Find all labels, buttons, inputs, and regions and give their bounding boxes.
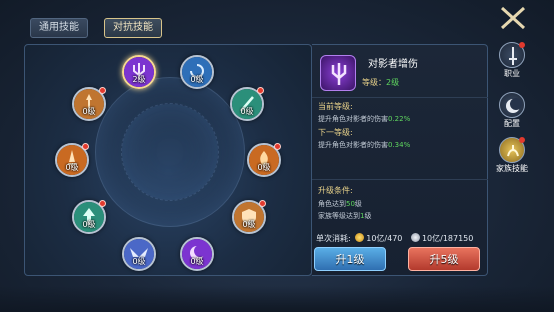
requirements-title: 升级条件: <box>318 186 353 195</box>
skill-node-6[interactable]: 0级 <box>180 237 214 271</box>
skill-node-4[interactable]: 0级 <box>247 143 281 177</box>
requirement-text: 家族等级达到 <box>318 212 360 220</box>
skill-level-label: 0级 <box>240 107 254 116</box>
gold-cost: 10亿/470 <box>366 234 403 243</box>
skill-level-label: 0级 <box>82 107 96 116</box>
silver-coin-icon <box>410 233 420 242</box>
skill-node-2[interactable]: 0级 <box>180 55 214 89</box>
skill-level-label: 0级 <box>190 257 204 266</box>
current-effect-value: 0.22% <box>388 115 411 123</box>
current-effect-label: 提升角色对影者的伤害 <box>318 115 388 123</box>
skill-node-7[interactable]: 0级 <box>122 237 156 271</box>
skill-level-value: 2级 <box>386 78 400 87</box>
sword-icon <box>499 42 525 68</box>
current-level-text: 提升角色对影者的伤害0.22% <box>318 114 410 124</box>
cost-row: 单次消耗: 10亿/470 10亿/187150 <box>316 233 473 244</box>
crescent-icon <box>499 92 525 118</box>
skill-node-3[interactable]: 0级 <box>230 87 264 121</box>
skill-level-label: 0级 <box>82 220 96 229</box>
requirement-unit: 级 <box>354 200 362 208</box>
side-job-label: 职业 <box>504 69 520 78</box>
skill-name: 对影者增伤 <box>368 59 418 70</box>
divider <box>312 97 488 98</box>
skill-node-9[interactable]: 0级 <box>55 143 89 177</box>
skill-wheel-panel: 2级 0级 0级 0级 0级 0级 0级 0级 0级 0级 <box>24 44 312 276</box>
tab-general-skills[interactable]: 通用技能 <box>30 18 88 38</box>
requirement-role-level: 角色达到50级 <box>318 199 362 209</box>
skill-level-label: 0级 <box>132 257 146 266</box>
close-icon[interactable] <box>496 4 530 32</box>
gold-coin-icon <box>355 233 365 242</box>
skill-node-5[interactable]: 0级 <box>232 200 266 234</box>
skill-node-8[interactable]: 0级 <box>72 200 106 234</box>
skill-detail-panel: 对影者增伤 等级：2级 当前等级: 提升角色对影者的伤害0.22% 下一等级: … <box>312 44 488 276</box>
selected-skill-icon <box>320 55 356 91</box>
upgrade-5-button[interactable]: 升5级 <box>408 247 480 271</box>
silver-cost: 10亿/187150 <box>421 234 474 243</box>
skill-level-label: 0级 <box>242 220 256 229</box>
game-screen: 通用技能 对抗技能 2级 0级 0级 0级 0级 0级 0级 0级 0级 0级 … <box>0 0 554 312</box>
tab-versus-skills[interactable]: 对抗技能 <box>104 18 162 38</box>
side-config-button[interactable]: 配置 <box>494 92 530 129</box>
bottom-vignette <box>0 286 554 312</box>
next-level-title: 下一等级: <box>318 128 353 137</box>
skill-level: 等级：2级 <box>362 77 399 88</box>
requirement-family-level: 家族等级达到1级 <box>318 211 371 221</box>
upgrade-1-button[interactable]: 升1级 <box>314 247 386 271</box>
next-effect-value: 0.34% <box>388 141 411 149</box>
notify-dot <box>519 42 525 48</box>
requirement-value: 50 <box>346 200 355 208</box>
side-family-label: 家族技能 <box>496 164 528 173</box>
cost-label: 单次消耗: <box>316 234 351 243</box>
requirement-text: 角色达到 <box>318 200 346 208</box>
family-skill-icon <box>499 137 525 163</box>
notify-dot <box>519 137 525 143</box>
skill-level-label: 0级 <box>257 163 271 172</box>
side-job-button[interactable]: 职业 <box>494 42 530 79</box>
next-level-text: 提升角色对影者的伤害0.34% <box>318 140 410 150</box>
divider <box>312 179 488 180</box>
skill-level-label: 2级 <box>132 75 146 84</box>
skill-node-1[interactable]: 2级 <box>122 55 156 89</box>
requirement-unit: 级 <box>364 212 372 220</box>
wheel-inner-ring <box>121 103 219 201</box>
skill-level-label: 0级 <box>65 163 79 172</box>
side-config-label: 配置 <box>504 119 520 128</box>
side-family-skill-button[interactable]: 家族技能 <box>494 137 530 174</box>
skill-node-10[interactable]: 0级 <box>72 87 106 121</box>
skill-level-label: 等级： <box>362 78 386 87</box>
skill-level-label: 0级 <box>190 75 204 84</box>
trident-icon <box>331 63 347 85</box>
next-effect-label: 提升角色对影者的伤害 <box>318 141 388 149</box>
current-level-title: 当前等级: <box>318 102 353 111</box>
